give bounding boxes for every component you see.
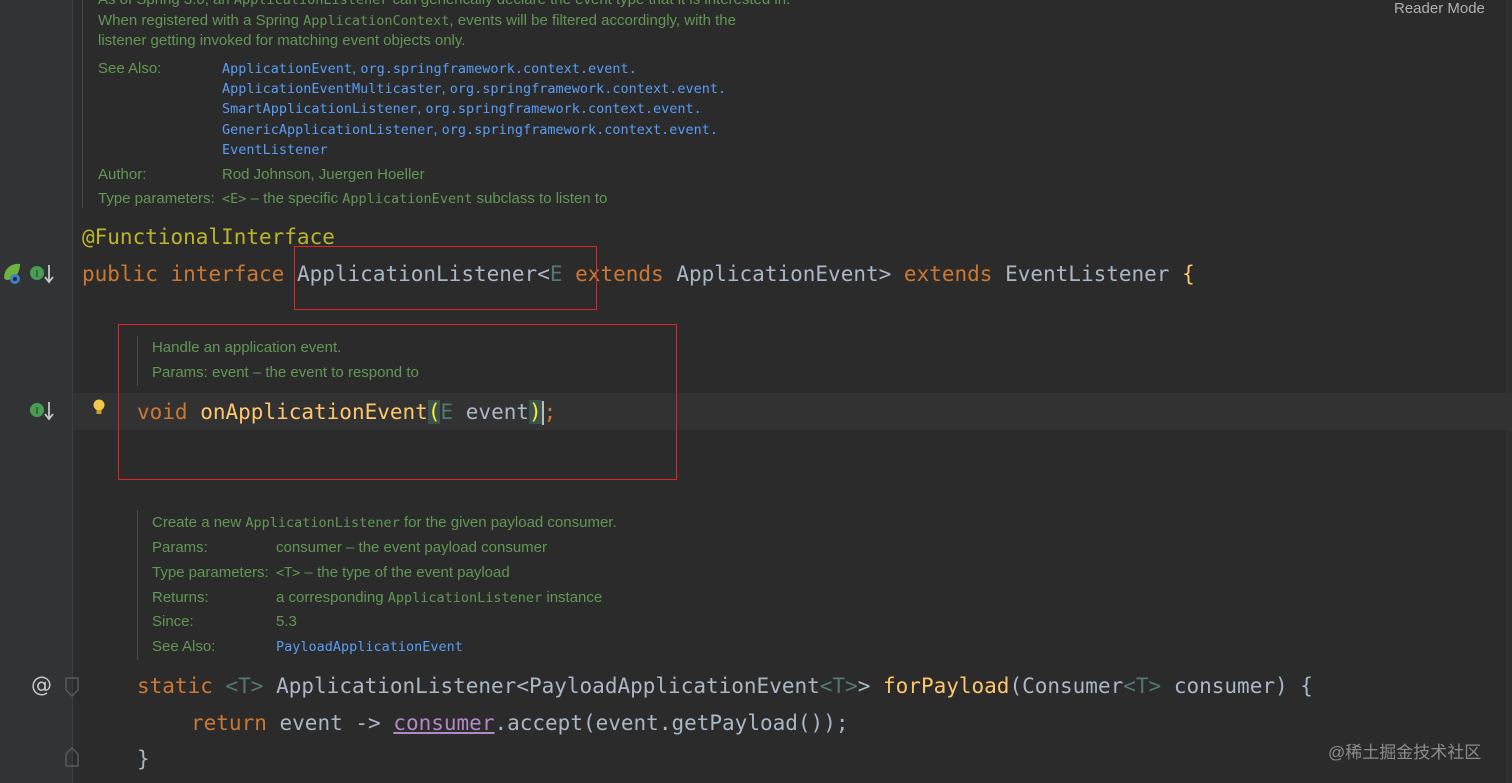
class-doc-comment: As of Spring 3.0, an ApplicationListener…: [98, 0, 790, 207]
lightbulb-icon[interactable]: [90, 398, 108, 418]
type-params-label: Type parameters:: [98, 190, 215, 207]
interface-declaration: public interface ApplicationListener<E e…: [82, 262, 1195, 286]
implemented-by-icon[interactable]: I: [28, 400, 56, 424]
see-also-item[interactable]: SmartApplicationListener, org.springfram…: [222, 99, 702, 119]
gutter-divider: [72, 0, 73, 783]
fold-marker-icon[interactable]: [64, 747, 80, 771]
see-also-link[interactable]: PayloadApplicationEvent: [276, 637, 463, 657]
highlight-box-interface-name: [294, 246, 597, 310]
static-method-doc-comment: Create a new ApplicationListener for the…: [152, 514, 617, 657]
consumer-variable[interactable]: consumer: [393, 711, 494, 735]
reader-mode-toggle[interactable]: Reader Mode: [1394, 0, 1485, 18]
static-method-declaration: static <T> ApplicationListener<PayloadAp…: [137, 674, 1313, 698]
author-value: Rod Johnson, Juergen Hoeller: [222, 166, 425, 183]
see-also-item[interactable]: ApplicationEventMulticaster, org.springf…: [222, 79, 726, 99]
see-also-label: See Also:: [98, 60, 162, 77]
editor-gutter: [0, 0, 72, 783]
watermark: @稀土掘金技术社区: [1328, 743, 1482, 762]
closing-brace-line: }: [137, 747, 150, 771]
doc-comment-bar: [137, 510, 138, 660]
svg-text:I: I: [36, 269, 39, 280]
spring-bean-icon[interactable]: [0, 260, 22, 284]
implemented-by-icon[interactable]: I: [28, 263, 56, 287]
return-statement: return event -> consumer.accept(event.ge…: [191, 711, 849, 735]
see-also-item[interactable]: ApplicationEvent, org.springframework.co…: [222, 59, 637, 79]
at-icon[interactable]: @: [31, 673, 52, 697]
highlight-box-method: [118, 324, 677, 480]
svg-text:I: I: [36, 406, 39, 417]
see-also-item[interactable]: GenericApplicationListener, org.springfr…: [222, 120, 718, 140]
author-label: Author:: [98, 166, 147, 183]
see-also-item[interactable]: EventListener: [222, 140, 328, 160]
scrollbar-track[interactable]: [1506, 0, 1512, 783]
type-params-value: <E> – the specific ApplicationEvent subc…: [222, 190, 608, 207]
doc-comment-bar: [82, 0, 83, 208]
fold-marker-icon[interactable]: [64, 677, 80, 701]
